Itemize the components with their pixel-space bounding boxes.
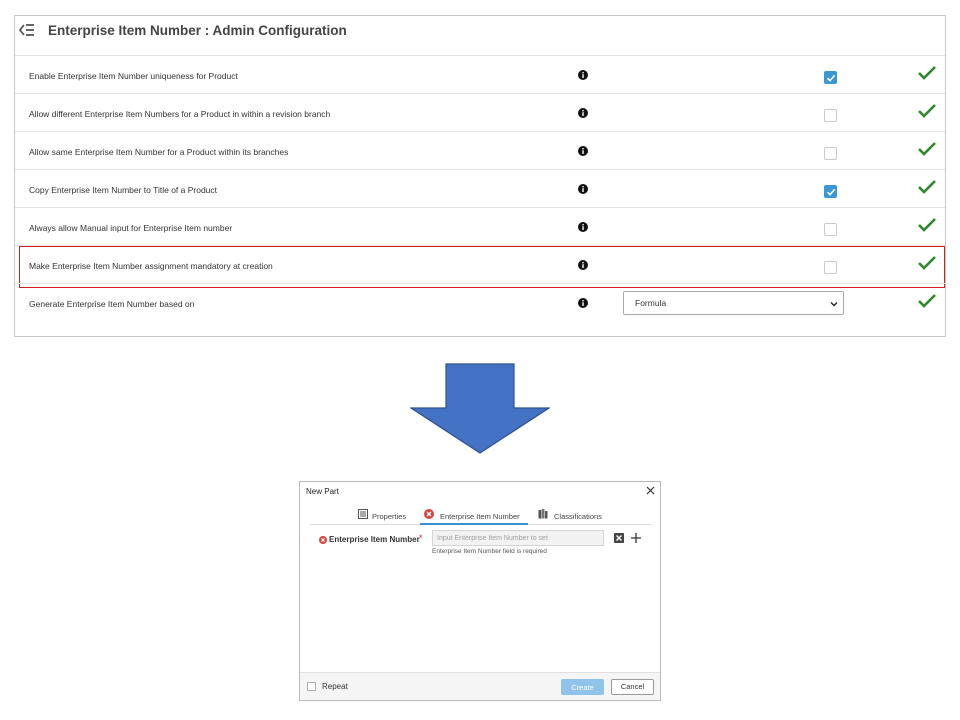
saved-check-icon xyxy=(918,218,936,232)
create-button[interactable]: Create xyxy=(561,679,604,695)
close-icon[interactable] xyxy=(646,486,655,495)
setting-label: Allow same Enterprise Item Number for a … xyxy=(29,147,289,157)
setting-label: Always allow Manual input for Enterprise… xyxy=(29,223,233,233)
info-icon[interactable] xyxy=(578,298,588,308)
setting-label: Generate Enterprise Item Number based on xyxy=(29,299,195,309)
setting-label: Allow different Enterprise Item Numbers … xyxy=(29,109,331,119)
saved-check-icon xyxy=(918,66,936,80)
setting-checkbox[interactable] xyxy=(824,147,837,160)
setting-label: Copy Enterprise Item Number to Title of … xyxy=(29,185,218,195)
dialog-title: New Part xyxy=(306,487,339,496)
field-error-message: Enterprise Item Number field is required xyxy=(432,548,547,555)
generate-method-select[interactable]: Formula xyxy=(623,291,844,315)
setting-row-same-branches: Allow same Enterprise Item Number for a … xyxy=(15,131,945,169)
down-arrow-icon xyxy=(410,363,550,454)
info-icon[interactable] xyxy=(578,222,588,232)
saved-check-icon xyxy=(918,104,936,118)
page-title: Enterprise Item Number : Admin Configura… xyxy=(48,23,347,38)
error-icon xyxy=(424,509,434,519)
setting-row-manual-input: Always allow Manual input for Enterprise… xyxy=(15,207,945,245)
required-marker: * xyxy=(419,533,423,543)
setting-checkbox[interactable] xyxy=(824,185,837,198)
repeat-checkbox[interactable] xyxy=(307,682,316,691)
settings-list: Enable Enterprise Item Number uniqueness… xyxy=(15,55,945,321)
classifications-icon xyxy=(538,509,548,519)
tab-enterprise-item-number[interactable]: Enterprise Item Number xyxy=(420,506,528,525)
setting-label: Make Enterprise Item Number assignment m… xyxy=(29,261,273,271)
setting-checkbox[interactable] xyxy=(824,109,837,122)
tab-label: Enterprise Item Number xyxy=(440,512,520,521)
admin-configuration-panel: Enterprise Item Number : Admin Configura… xyxy=(14,15,946,337)
setting-row-mandatory-at-creation: Make Enterprise Item Number assignment m… xyxy=(15,245,945,288)
tab-classifications[interactable]: Classifications xyxy=(538,506,614,525)
select-value: Formula xyxy=(635,298,667,308)
info-icon[interactable] xyxy=(578,260,588,270)
ein-field-row: Enterprise Item Number * Enterprise Item… xyxy=(318,530,648,558)
tab-label: Classifications xyxy=(554,512,602,521)
setting-row-revision-branch: Allow different Enterprise Item Numbers … xyxy=(15,93,945,131)
dialog-tabs: Properties Enterprise Item Number Classi… xyxy=(310,506,651,525)
saved-check-icon xyxy=(918,256,936,270)
tab-label: Properties xyxy=(372,512,407,521)
ein-input[interactable] xyxy=(432,530,604,546)
setting-row-copy-to-title: Copy Enterprise Item Number to Title of … xyxy=(15,169,945,207)
collapse-back-icon[interactable] xyxy=(19,22,35,38)
repeat-label: Repeat xyxy=(322,682,348,691)
cancel-button[interactable]: Cancel xyxy=(611,679,654,695)
chevron-down-icon xyxy=(830,302,838,307)
clear-icon[interactable] xyxy=(614,533,624,543)
setting-checkbox[interactable] xyxy=(824,223,837,236)
saved-check-icon xyxy=(918,180,936,194)
dialog-titlebar: New Part xyxy=(300,482,660,501)
setting-label: Enable Enterprise Item Number uniqueness… xyxy=(29,71,238,81)
dialog-footer: Repeat Create Cancel xyxy=(300,672,660,700)
info-icon[interactable] xyxy=(578,108,588,118)
error-icon xyxy=(319,536,327,544)
info-icon[interactable] xyxy=(578,70,588,80)
properties-icon xyxy=(358,509,368,519)
info-icon[interactable] xyxy=(578,146,588,156)
tab-properties[interactable]: Properties xyxy=(356,506,414,525)
setting-checkbox[interactable] xyxy=(824,71,837,84)
setting-row-uniqueness: Enable Enterprise Item Number uniqueness… xyxy=(15,55,945,93)
add-icon[interactable] xyxy=(630,532,642,544)
saved-check-icon xyxy=(918,294,936,308)
saved-check-icon xyxy=(918,142,936,156)
setting-checkbox[interactable] xyxy=(824,261,837,274)
info-icon[interactable] xyxy=(578,184,588,194)
admin-header: Enterprise Item Number : Admin Configura… xyxy=(15,16,945,56)
new-part-dialog: New Part Properties Enterprise Item Numb… xyxy=(299,481,661,701)
field-label: Enterprise Item Number xyxy=(329,535,420,544)
setting-row-generate-based-on: Generate Enterprise Item Number based on… xyxy=(15,283,945,321)
